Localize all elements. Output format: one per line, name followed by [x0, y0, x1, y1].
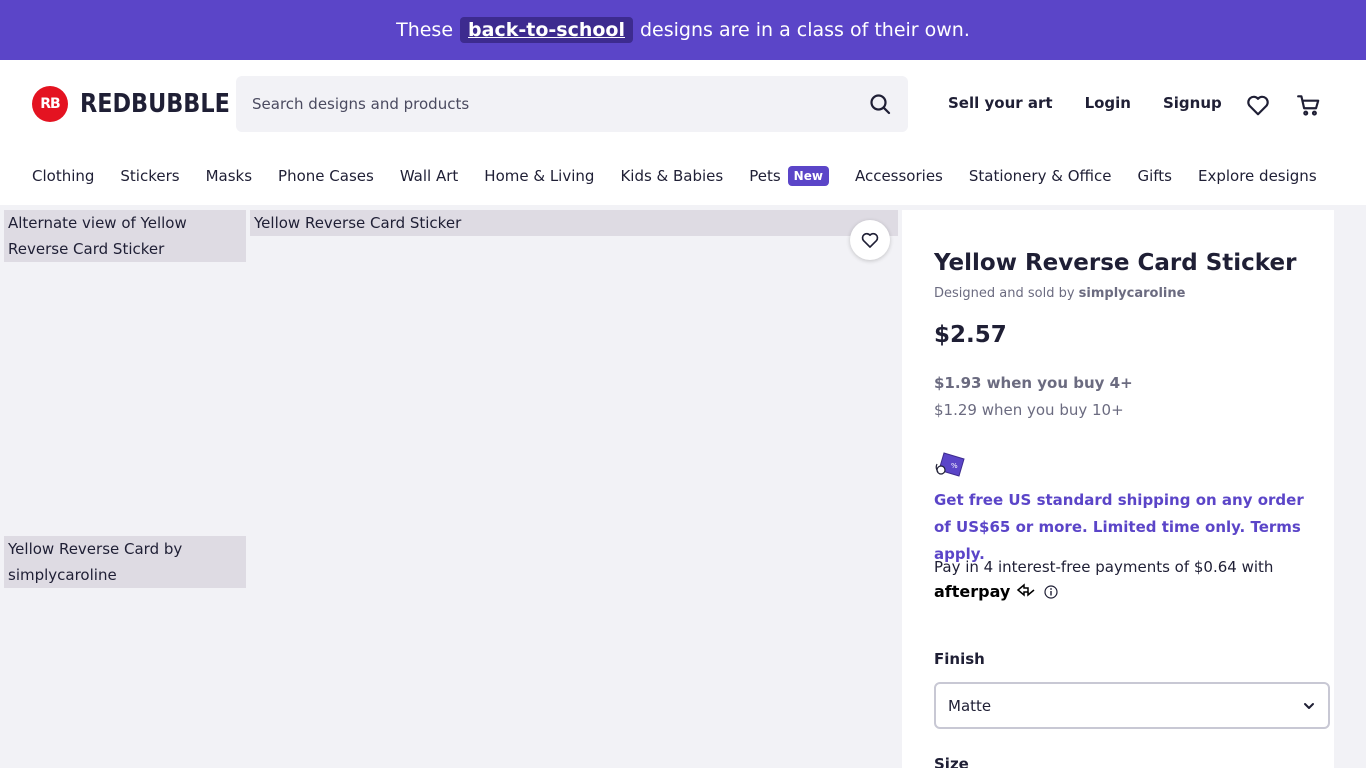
product-gallery: Alternate view of Yellow Reverse Card St…	[0, 205, 902, 768]
promo-link[interactable]: back-to-school	[460, 17, 633, 43]
afterpay-arrows-icon	[1016, 583, 1035, 597]
byline-prefix: Designed and sold by	[934, 286, 1075, 301]
size-label: Size	[934, 755, 969, 768]
category-kids-babies[interactable]: Kids & Babies	[620, 167, 723, 185]
product-details-panel: Yellow Reverse Card Sticker Designed and…	[902, 210, 1334, 768]
search-input[interactable]	[252, 95, 868, 113]
heart-icon[interactable]	[1245, 92, 1271, 118]
heart-icon	[861, 232, 879, 248]
promo-text-after: designs are in a class of their own.	[639, 19, 970, 41]
thumbnail-alternate-view[interactable]: Alternate view of Yellow Reverse Card St…	[4, 210, 246, 262]
bulk-price-tier-10: $1.29 when you buy 10+	[934, 401, 1124, 419]
category-gifts[interactable]: Gifts	[1137, 167, 1172, 185]
category-accessories[interactable]: Accessories	[855, 167, 943, 185]
category-nav: Clothing Stickers Masks Phone Cases Wall…	[32, 166, 1317, 186]
finish-label: Finish	[934, 650, 985, 668]
category-home-living[interactable]: Home & Living	[484, 167, 594, 185]
finish-select[interactable]: Matte	[934, 682, 1330, 729]
finish-selected-value: Matte	[948, 696, 992, 715]
discount-tag-icon: %	[935, 452, 965, 477]
account-links: Sell your art Login Signup	[948, 94, 1222, 112]
main-product-image[interactable]: Yellow Reverse Card Sticker	[250, 210, 898, 236]
category-stationery-office[interactable]: Stationery & Office	[969, 167, 1112, 185]
installment-text: Pay in 4 interest-free payments of $0.64…	[934, 558, 1274, 576]
info-icon[interactable]	[1044, 584, 1058, 599]
login-link[interactable]: Login	[1085, 94, 1131, 112]
site-header: RB REDBUBBLE Sell your art Login Signup …	[0, 60, 1366, 205]
afterpay-logo: afterpay	[934, 582, 1036, 601]
promo-text-before: These	[396, 19, 454, 41]
search-icon[interactable]	[868, 92, 892, 116]
category-clothing[interactable]: Clothing	[32, 167, 94, 185]
logo[interactable]: RB REDBUBBLE	[32, 86, 254, 122]
cart-icon[interactable]	[1296, 92, 1322, 118]
category-explore-designs[interactable]: Explore designs	[1198, 167, 1317, 185]
byline: Designed and sold by simplycaroline	[934, 286, 1185, 301]
signup-link[interactable]: Signup	[1163, 94, 1222, 112]
logo-wordmark: REDBUBBLE	[80, 89, 230, 119]
category-pets[interactable]: Pets New	[749, 166, 829, 186]
afterpay-row: afterpay	[934, 582, 1058, 601]
product-title: Yellow Reverse Card Sticker	[934, 250, 1297, 276]
thumbnail-artist-view[interactable]: Yellow Reverse Card by simplycaroline	[4, 536, 246, 588]
favorite-button[interactable]	[850, 220, 890, 260]
category-stickers[interactable]: Stickers	[120, 167, 179, 185]
chevron-down-icon	[1304, 702, 1314, 709]
category-pets-label: Pets	[749, 167, 781, 185]
bulk-price-tier-4: $1.93 when you buy 4+	[934, 374, 1133, 392]
search-bar	[236, 76, 908, 132]
promo-banner: These back-to-school designs are in a cl…	[0, 0, 1366, 60]
shipping-promo[interactable]: Get free US standard shipping on any ord…	[934, 487, 1324, 568]
category-masks[interactable]: Masks	[206, 167, 252, 185]
product-price: $2.57	[934, 322, 1007, 348]
new-badge: New	[787, 166, 829, 186]
logo-mark: RB	[32, 86, 68, 122]
svg-text:%: %	[951, 462, 958, 470]
category-wall-art[interactable]: Wall Art	[400, 167, 458, 185]
sell-your-art-link[interactable]: Sell your art	[948, 94, 1053, 112]
artist-link[interactable]: simplycaroline	[1079, 286, 1186, 301]
afterpay-wordmark: afterpay	[934, 582, 1011, 601]
category-phone-cases[interactable]: Phone Cases	[278, 167, 374, 185]
